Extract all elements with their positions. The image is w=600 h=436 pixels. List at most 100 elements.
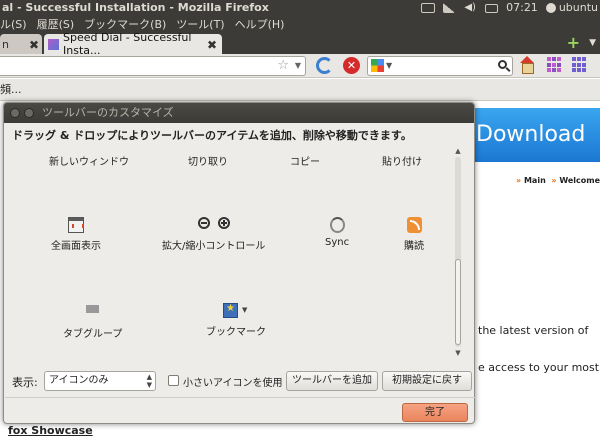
chevron-down-icon: ▼ (242, 306, 248, 314)
download-banner[interactable]: Download (474, 108, 600, 162)
stop-icon[interactable]: ✕ (343, 57, 360, 74)
system-tray: ◀) 07:21 ubuntu (421, 0, 598, 16)
tab-list-chevron-down-icon[interactable]: ▼ (589, 38, 596, 48)
palette-item-sync[interactable]: Sync (325, 217, 349, 248)
menu-item-tools[interactable]: ツール(T) (171, 16, 229, 32)
fullscreen-icon (68, 217, 84, 233)
dialog-separator (5, 397, 475, 398)
username: ubuntu (558, 1, 598, 14)
user-menu[interactable]: ubuntu (545, 0, 598, 16)
close-tab-icon[interactable]: ✖ (29, 38, 39, 52)
palette-scrollbar[interactable]: ▲ ▼ (454, 147, 462, 357)
mail-icon[interactable] (485, 3, 499, 13)
search-input[interactable]: ▼ (367, 56, 513, 76)
url-bar[interactable]: ☆ ▼ (0, 56, 306, 76)
dialog-title: ツールバーのカスタマイズ (42, 106, 174, 119)
home-icon[interactable] (518, 56, 536, 74)
tab-label: n (2, 37, 9, 51)
tab-strip: n ✖ Speed Dial - Successful Insta... ✖ (0, 31, 600, 57)
palette-item-fullscreen[interactable]: 全画面表示 (51, 217, 101, 252)
customize-toolbar-dialog: ツールバーのカスタマイズ ドラッグ & ドロップによりツールバーのアイテムを追加… (3, 102, 475, 424)
engine-dropdown-chevron-down-icon[interactable]: ▼ (386, 61, 392, 70)
scrollbar-thumb[interactable] (455, 259, 461, 345)
page-text: e access to your most (478, 361, 600, 374)
scroll-up-icon[interactable]: ▲ (454, 147, 462, 155)
palette-item-cut[interactable]: 切り取り (188, 153, 228, 168)
restore-defaults-button[interactable]: 初期設定に戻す (382, 371, 472, 391)
menu-bar: ル(S) 履歴(S) ブックマーク(B) ツール(T) ヘルプ(H) (0, 16, 600, 32)
sync-icon (329, 217, 345, 233)
zoom-out-icon (197, 217, 210, 229)
page-text: the latest version of (478, 324, 589, 337)
add-toolbar-button[interactable]: ツールバーを追加 (286, 371, 378, 391)
speed-dial-favicon-icon (48, 38, 59, 50)
small-icons-checkbox[interactable] (168, 375, 179, 386)
palette-item-bookmarks[interactable]: ▼ ブックマーク (206, 303, 266, 338)
dialog-minimize-icon[interactable] (24, 108, 34, 118)
palette-item-tab-groups[interactable]: タブグループ (63, 305, 122, 340)
select-updown-icon: ▲ ▼ (146, 373, 152, 389)
palette-item-label: 拡大/縮小コントロール (162, 241, 266, 252)
network-icon[interactable] (443, 3, 456, 13)
rss-icon (406, 217, 422, 233)
done-button[interactable]: 完了 (402, 403, 468, 422)
page-nav-links: » Main » Welcome (516, 176, 600, 185)
toolbar-item-palette: 新しいウィンドウ 切り取り コピー 貼り付け 全画面表示 拡大/縮小コントロール… (9, 143, 466, 358)
showcase-link[interactable]: fox Showcase (8, 424, 93, 436)
palette-item-new-window[interactable]: 新しいウィンドウ (49, 153, 129, 168)
palette-item-label: 貼り付け (382, 157, 422, 168)
palette-item-zoom-controls[interactable]: 拡大/縮小コントロール (162, 217, 265, 252)
search-icon[interactable] (498, 60, 507, 69)
tab-groups-icon (86, 305, 100, 321)
menu-item-view[interactable]: ル(S) (0, 16, 32, 32)
zoom-controls-icon (162, 217, 265, 233)
palette-item-label: 新しいウィンドウ (49, 157, 129, 168)
dialog-options-row: 表示: アイコンのみ ▲ ▼ 小さいアイコンを使用 ツールバーを追加 初期設定に戻… (12, 371, 472, 393)
palette-item-label: 切り取り (188, 157, 228, 168)
google-engine-icon[interactable] (371, 59, 384, 72)
bookmarks-icon (223, 303, 238, 318)
nav-link-welcome[interactable]: Welcome (559, 176, 600, 185)
palette-item-label: コピー (290, 157, 320, 168)
palette-item-paste[interactable]: 貼り付け (382, 153, 422, 168)
history-dropdown-chevron-down-icon[interactable]: ▼ (295, 61, 301, 70)
power-icon (545, 3, 556, 13)
menu-item-history[interactable]: 履歴(S) (32, 16, 80, 32)
palette-item-label: 購読 (404, 241, 424, 252)
bookmark-item[interactable]: 頻... (0, 83, 22, 96)
scroll-down-icon[interactable]: ▼ (454, 349, 462, 357)
volume-icon[interactable]: ◀) (463, 3, 477, 13)
show-label: 表示: (12, 376, 38, 389)
palette-item-subscribe[interactable]: 購読 (404, 217, 424, 252)
dialog-title-bar[interactable]: ツールバーのカスタマイズ (4, 103, 474, 123)
small-icons-label[interactable]: 小さいアイコンを使用 (183, 374, 283, 389)
zoom-in-icon (217, 217, 230, 229)
bookmarks-menu-icon: ▼ (223, 303, 249, 319)
menu-item-help[interactable]: ヘルプ(H) (230, 16, 290, 32)
show-mode-select[interactable]: アイコンのみ ▲ ▼ (44, 371, 156, 391)
menu-item-bookmarks[interactable]: ブックマーク(B) (79, 16, 171, 32)
palette-item-label: タブグループ (63, 329, 123, 340)
close-tab-icon[interactable]: ✖ (207, 38, 217, 52)
show-mode-value: アイコンのみ (49, 375, 109, 386)
bookmark-star-icon[interactable]: ☆ (277, 58, 289, 73)
palette-item-copy[interactable]: コピー (290, 153, 320, 168)
window-title-bar: al - Successful Installation - Mozilla F… (0, 0, 600, 16)
dialog-close-icon[interactable] (10, 108, 20, 118)
navigation-toolbar: ☆ ▼ ✕ ▼ (0, 54, 600, 78)
reload-icon[interactable] (316, 57, 333, 74)
window-title: al - Successful Installation - Mozilla F… (2, 1, 269, 14)
clock[interactable]: 07:21 (506, 0, 538, 16)
dialog-instructions: ドラッグ & ドロップによりツールバーのアイテムを追加、削除や移動できます。 (12, 129, 412, 142)
palette-item-label: 全画面表示 (51, 241, 101, 252)
tab-speed-dial[interactable]: Speed Dial - Successful Insta... ✖ (44, 31, 222, 57)
speed-dial-grid-icon[interactable] (547, 57, 563, 73)
speed-dial-grid-alt-icon[interactable] (572, 57, 588, 73)
new-tab-plus-icon[interactable]: + (567, 35, 580, 51)
palette-item-label: ブックマーク (206, 327, 266, 338)
tab-previous[interactable]: n ✖ (0, 34, 42, 54)
keyboard-icon[interactable] (421, 3, 436, 13)
nav-link-main[interactable]: Main (524, 176, 546, 185)
bookmarks-toolbar: 頻... (0, 79, 600, 101)
palette-item-label: Sync (325, 237, 350, 248)
